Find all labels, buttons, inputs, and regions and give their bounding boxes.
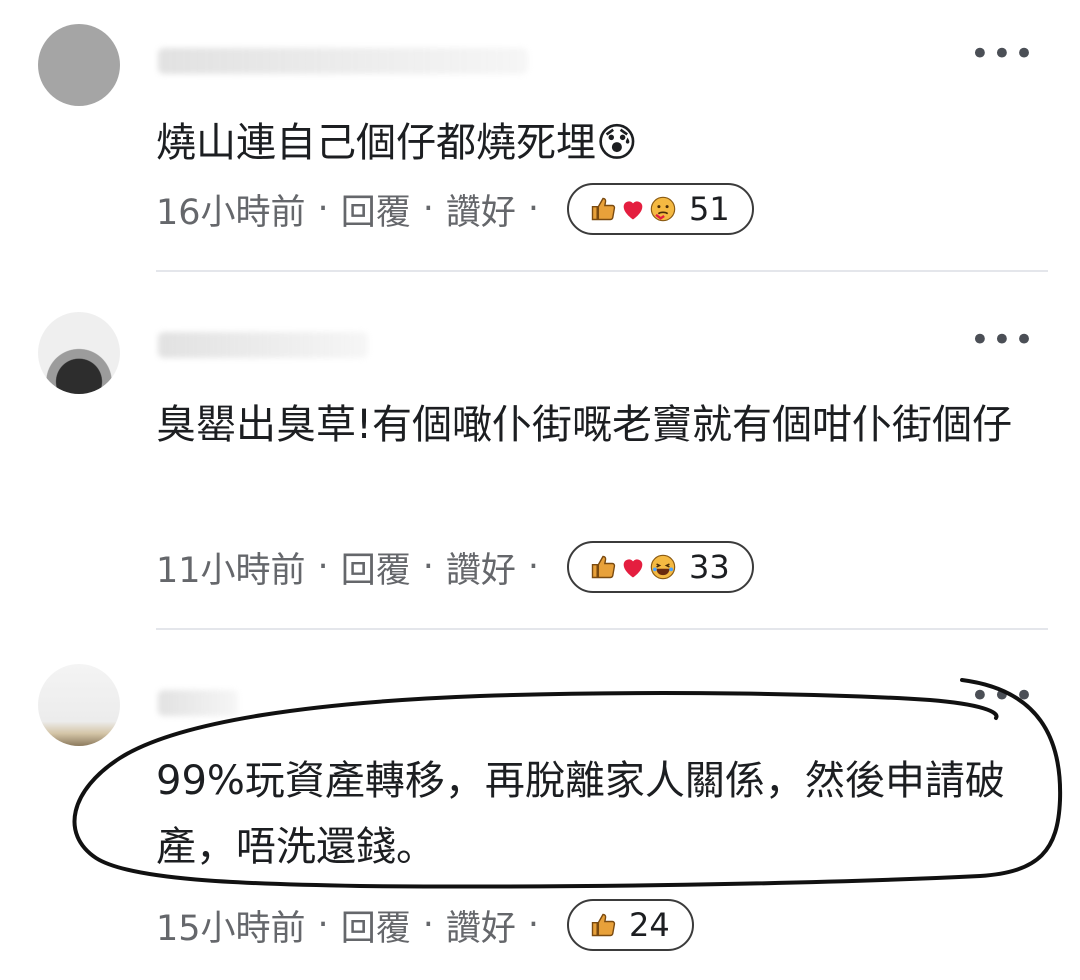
reply-button[interactable]: 回覆: [341, 542, 411, 593]
separator-dot: ·: [317, 905, 329, 945]
reply-button[interactable]: 回覆: [341, 900, 411, 951]
love-icon: [619, 553, 647, 581]
avatar[interactable]: [38, 664, 120, 746]
separator-dot: ·: [422, 547, 434, 587]
like-icon: [589, 195, 617, 223]
avatar[interactable]: [38, 312, 120, 394]
like-icon: [589, 553, 617, 581]
comment-timestamp: 11小時前: [156, 550, 306, 591]
like-button[interactable]: 讚好: [446, 542, 516, 593]
author-name-redacted[interactable]: [158, 48, 528, 74]
author-name-redacted[interactable]: [158, 332, 368, 358]
reaction-count: 24: [629, 906, 670, 944]
reactions-pill[interactable]: 51: [567, 183, 754, 235]
comment-timestamp: 16小時前: [156, 192, 306, 233]
more-options-icon[interactable]: •••: [970, 37, 1036, 71]
comment-text: 臭罌出臭草!有個噉仆街嘅老竇就有個咁仆街個仔: [156, 402, 1013, 448]
separator-dot: ·: [317, 189, 329, 229]
comment-meta: 15小時前 · 回覆 · 讚好 · 24: [156, 898, 694, 952]
comment-divider: [156, 628, 1048, 630]
haha-icon: [649, 553, 677, 581]
reaction-count: 33: [689, 548, 730, 586]
like-button[interactable]: 讚好: [446, 184, 516, 235]
reactions-pill[interactable]: 33: [567, 541, 754, 593]
care-icon: [649, 195, 677, 223]
avatar[interactable]: [38, 24, 120, 106]
reply-button[interactable]: 回覆: [341, 184, 411, 235]
separator-dot: ·: [422, 189, 434, 229]
separator-dot: ·: [422, 905, 434, 945]
comment-text: 99%玩資產轉移，再脫離家人關係，然後申請破產，唔洗還錢。: [156, 758, 1005, 870]
comment-meta: 11小時前 · 回覆 · 讚好 · 33: [156, 540, 754, 594]
love-icon: [619, 195, 647, 223]
separator-dot: ·: [317, 547, 329, 587]
separator-dot: ·: [527, 189, 539, 229]
comment-divider: [156, 270, 1048, 272]
comment-meta: 16小時前 · 回覆 · 讚好 · 51: [156, 182, 754, 236]
like-icon: [589, 911, 617, 939]
reaction-count: 51: [689, 190, 730, 228]
more-options-icon[interactable]: •••: [970, 679, 1036, 713]
comment-text: 燒山連自己個仔都燒死埋😰: [156, 120, 638, 166]
separator-dot: ·: [527, 905, 539, 945]
like-button[interactable]: 讚好: [446, 900, 516, 951]
comment-timestamp: 15小時前: [156, 908, 306, 949]
reactions-pill[interactable]: 24: [567, 899, 694, 951]
author-name-redacted[interactable]: [158, 690, 238, 716]
more-options-icon[interactable]: •••: [970, 323, 1036, 357]
separator-dot: ·: [527, 547, 539, 587]
